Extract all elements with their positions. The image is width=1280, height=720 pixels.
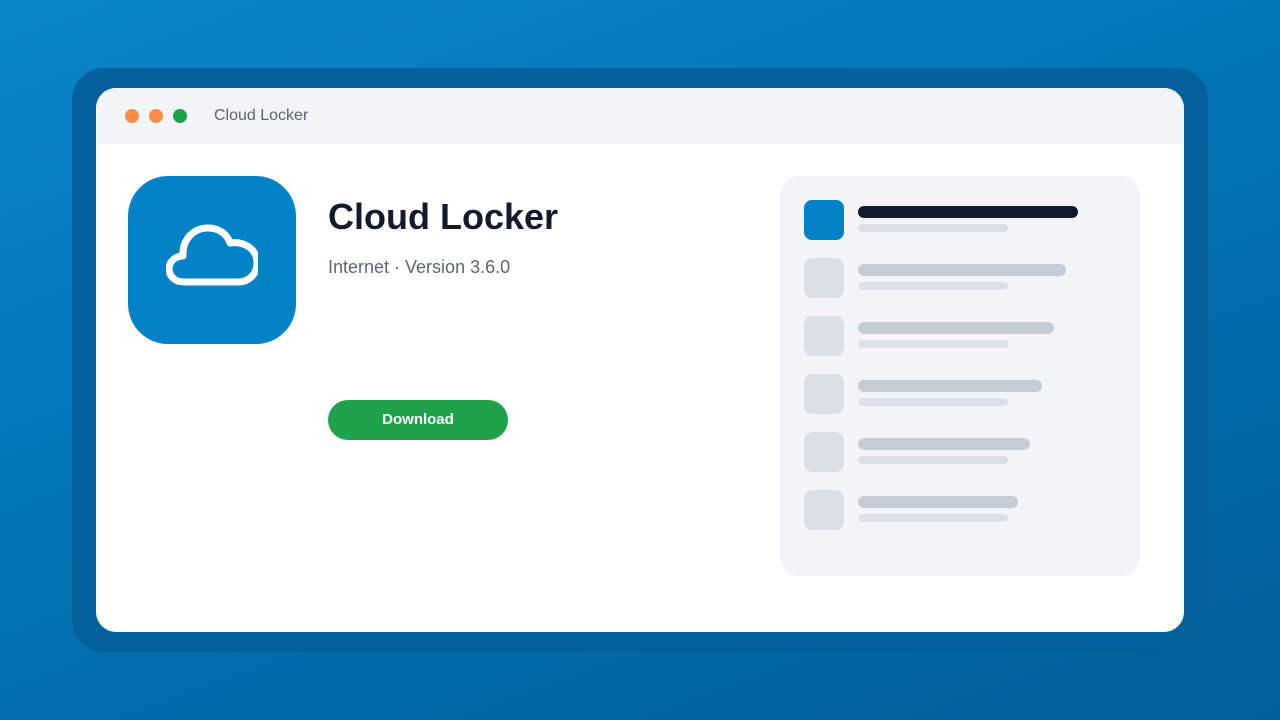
maximize-window-button[interactable]: [173, 109, 187, 123]
app-meta: Internet · Version 3.6.0: [328, 257, 511, 277]
row-thumbnail: [804, 258, 844, 298]
window-title: Cloud Locker: [214, 107, 309, 124]
minimize-window-button[interactable]: [149, 109, 163, 123]
screenshot-preview: [780, 176, 1140, 576]
row-title-placeholder: [858, 380, 1042, 392]
cloud-icon: [166, 224, 258, 286]
row-subtitle-placeholder: [858, 340, 1008, 348]
row-subtitle-placeholder: [858, 514, 1008, 522]
row-subtitle-placeholder: [858, 398, 1008, 406]
row-title-placeholder: [858, 438, 1030, 450]
app-name: Cloud Locker: [328, 196, 559, 237]
preview-row: [804, 432, 1116, 472]
row-thumbnail: [804, 432, 844, 472]
row-thumbnail: [804, 490, 844, 530]
preview-row: [804, 316, 1116, 356]
row-thumbnail: [804, 374, 844, 414]
row-title-placeholder: [858, 496, 1018, 508]
app-window: Cloud Locker Cloud Locker Internet · Ver…: [96, 88, 1184, 632]
close-window-button[interactable]: [125, 109, 139, 123]
row-subtitle-placeholder: [858, 282, 1008, 290]
row-thumbnail: [804, 316, 844, 356]
row-subtitle-placeholder: [858, 456, 1008, 464]
preview-row: [804, 374, 1116, 414]
preview-row: [804, 490, 1116, 530]
preview-row: [804, 258, 1116, 298]
row-title-placeholder: [858, 322, 1054, 334]
row-title-placeholder: [858, 206, 1078, 218]
title-bar: Cloud Locker: [96, 88, 1184, 144]
preview-row: [804, 200, 1116, 240]
app-icon: [128, 176, 296, 344]
row-title-placeholder: [858, 264, 1066, 276]
row-thumbnail: [804, 200, 844, 240]
row-subtitle-placeholder: [858, 224, 1008, 232]
download-button[interactable]: Download: [328, 400, 508, 440]
